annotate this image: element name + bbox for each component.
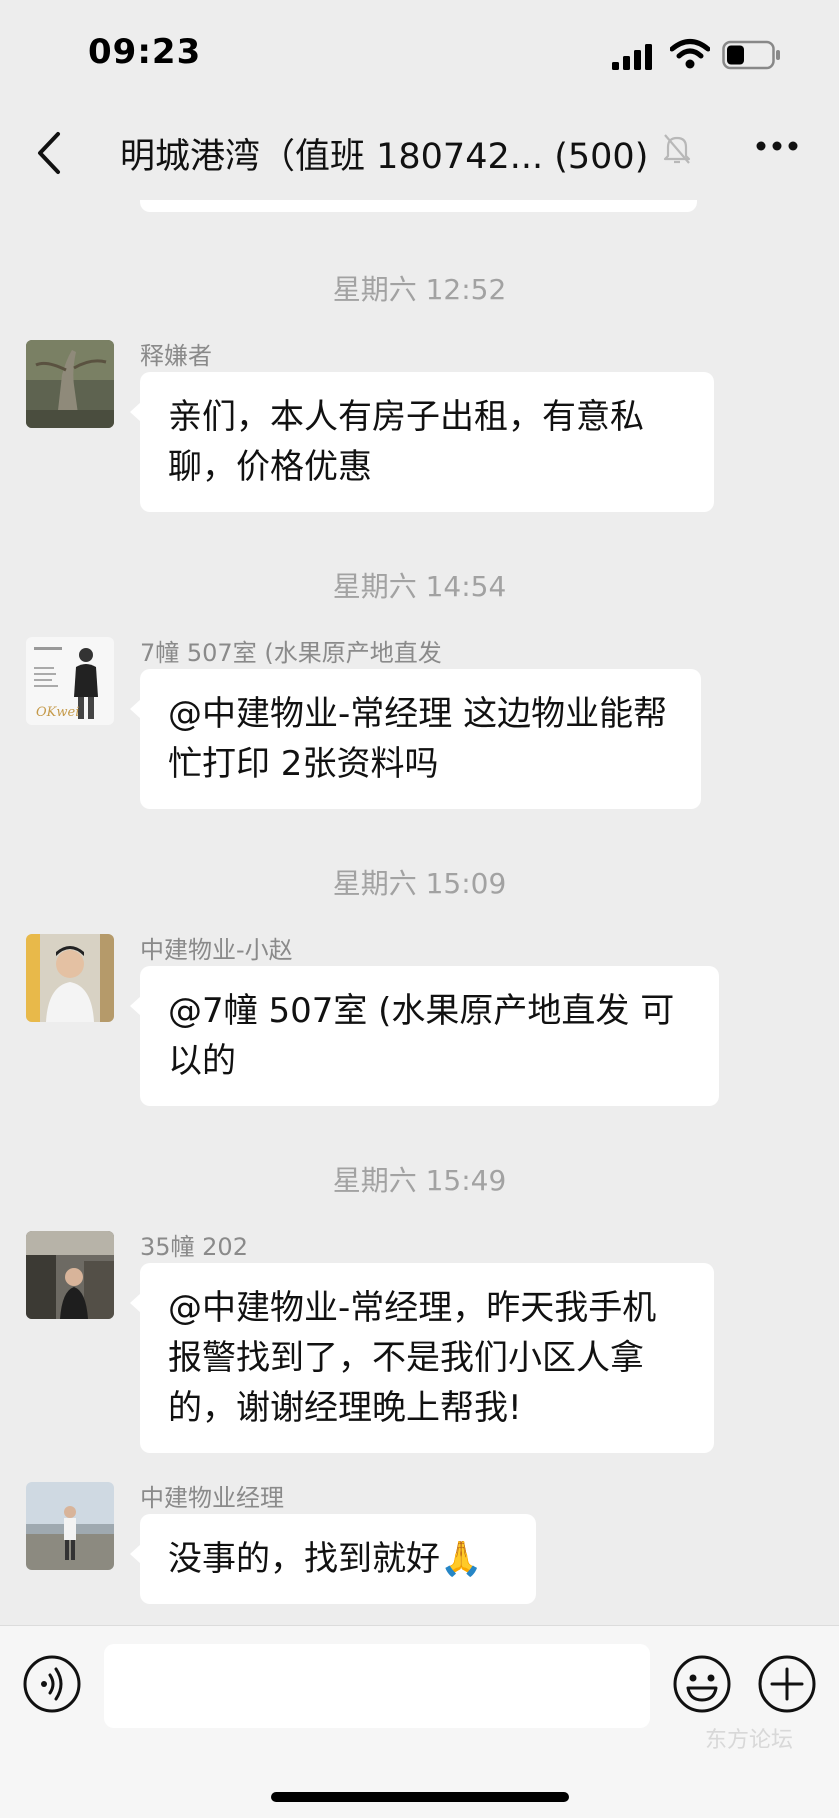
voice-icon[interactable] (22, 1654, 82, 1714)
message-bubble[interactable]: @中建物业-常经理，昨天我手机报警找到了，不是我们小区人拿的，谢谢经理晚上帮我! (130, 1263, 714, 1453)
chevron-left-icon[interactable] (34, 128, 64, 178)
sender-name: 中建物业-小赵 (140, 936, 293, 964)
battery-icon (722, 40, 780, 70)
message-input[interactable] (104, 1644, 650, 1728)
message-timestamp: 星期六 15:49 (332, 1164, 507, 1197)
message-text: @中建物业-常经理，昨天我手机报警找到了，不是我们小区人拿的，谢谢经理晚上帮我! (168, 1288, 657, 1428)
avatar[interactable] (26, 934, 114, 1022)
avatar-caption: OKwei (36, 705, 80, 720)
input-bar: 东方论坛 (0, 1625, 839, 1818)
chat-title[interactable]: 明城港湾（值班 180742... (500) (120, 128, 660, 179)
message-text: @7幢 507室 (水果原产地直发 可以的 (168, 991, 675, 1081)
wifi-icon (670, 39, 710, 69)
message-text: 亲们，本人有房子出租，有意私聊，价格优惠 (168, 397, 644, 487)
sender-name: 释嫌者 (140, 342, 212, 370)
sender-name: 35幢 202 (140, 1233, 248, 1261)
sender-name: 中建物业经理 (140, 1484, 284, 1512)
message-timestamp: 星期六 15:09 (332, 867, 507, 900)
avatar[interactable]: OKwei (26, 637, 114, 725)
signal-icon (612, 44, 652, 70)
message-bubble[interactable]: @中建物业-常经理 这边物业能帮忙打印 2张资料吗 (130, 669, 701, 809)
chat-header: 明城港湾（值班 180742... (500) (0, 110, 839, 200)
avatar[interactable] (26, 340, 114, 428)
emoji-icon[interactable] (672, 1654, 732, 1714)
message-timestamp: 星期六 14:54 (332, 570, 507, 603)
plus-icon[interactable] (757, 1654, 817, 1714)
status-time: 09:23 (88, 32, 202, 72)
message-bubble[interactable]: 没事的，找到就好🙏 (130, 1514, 536, 1604)
message-bubble[interactable]: @7幢 507室 (水果原产地直发 可以的 (130, 966, 719, 1106)
avatar[interactable] (26, 1231, 114, 1319)
message-text: @中建物业-常经理 这边物业能帮忙打印 2张资料吗 (168, 694, 668, 784)
home-indicator[interactable] (271, 1792, 569, 1802)
more-icon[interactable] (755, 140, 799, 152)
message-text: 没事的，找到就好🙏 (168, 1539, 483, 1579)
sender-name: 7幢 507室 (水果原产地直发 (140, 639, 442, 667)
watermark: 东方论坛 (705, 1728, 794, 1753)
bell-muted-icon (663, 134, 691, 164)
status-bar: 09:23 (0, 0, 839, 110)
chat-messages[interactable]: 星期六 12:52 释嫌者 亲们，本人有房子出租，有意私聊，价格优惠 星期六 1… (0, 200, 839, 1620)
avatar[interactable] (26, 1482, 114, 1570)
previous-message-bubble (140, 200, 697, 212)
message-timestamp: 星期六 12:52 (332, 273, 507, 306)
message-bubble[interactable]: 亲们，本人有房子出租，有意私聊，价格优惠 (130, 372, 714, 512)
